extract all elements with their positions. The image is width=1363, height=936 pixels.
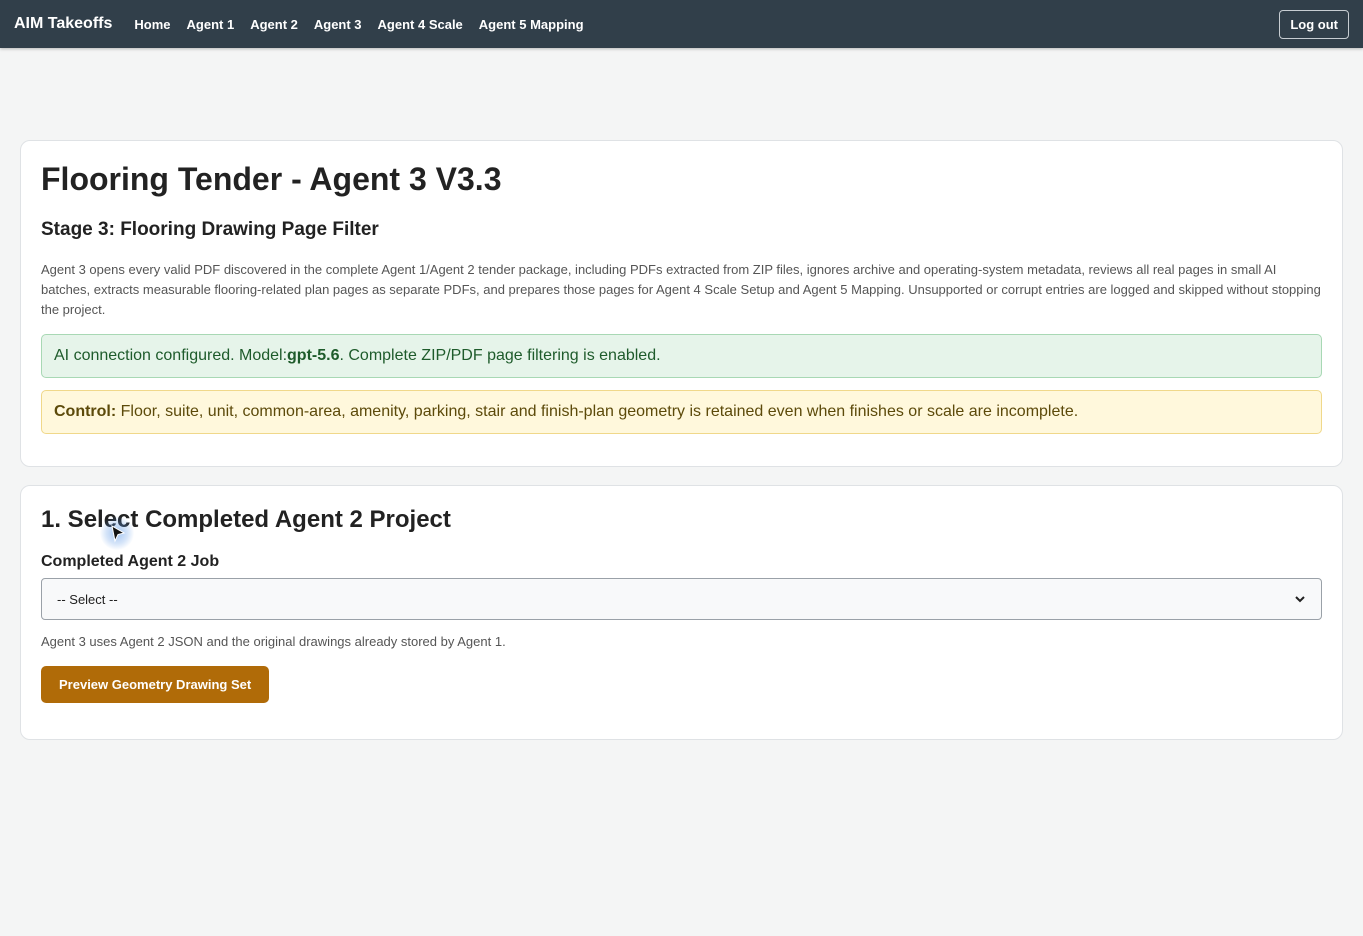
stage-heading: Stage 3: Flooring Drawing Page Filter [41,219,379,240]
select-hint: Agent 3 uses Agent 2 JSON and the origin… [41,634,506,649]
control-label: Control: [54,403,117,420]
job-select-label: Completed Agent 2 Job [41,553,220,570]
preview-geometry-button[interactable]: Preview Geometry Drawing Set [41,666,270,703]
chevron-down-icon [1295,596,1305,603]
brand-logo[interactable]: AIM Takeoffs [14,15,112,33]
section-title: 1. Select Completed Agent 2 Project [41,506,451,533]
agent-description: Agent 3 opens every valid PDF discovered… [41,262,1321,317]
ai-connection-prefix: AI connection configured. Model: [54,347,288,364]
nav-link-agent-4-scale[interactable]: Agent 4 Scale [378,17,463,32]
nav-link-agent-2[interactable]: Agent 2 [250,17,298,32]
model-name: gpt-5.6 [287,347,340,364]
nav-links: Home Agent 1 Agent 2 Agent 3 Agent 4 Sca… [134,17,599,32]
top-navbar: AIM Takeoffs Home Agent 1 Agent 2 Agent … [0,0,1363,48]
nav-link-agent-1[interactable]: Agent 1 [187,17,235,32]
nav-link-home[interactable]: Home [134,17,170,32]
select-project-card: 1. Select Completed Agent 2 Project Comp… [20,485,1343,740]
page-title: Flooring Tender - Agent 3 V3.3 [41,161,502,197]
logout-button[interactable]: Log out [1279,9,1349,39]
ai-connection-alert: AI connection configured. Model: gpt-5.6… [41,334,1322,378]
nav-link-agent-3[interactable]: Agent 3 [314,17,362,32]
agent-2-job-select[interactable]: -- Select -- [41,578,1322,620]
select-value: -- Select -- [57,591,118,607]
nav-link-agent-5-mapping[interactable]: Agent 5 Mapping [479,17,584,32]
ai-connection-suffix: . Complete ZIP/PDF page filtering is ena… [339,347,661,364]
control-alert: Control: Floor, suite, unit, common-area… [41,390,1322,434]
agent-info-card: Flooring Tender - Agent 3 V3.3 Stage 3: … [20,140,1343,467]
control-text: Floor, suite, unit, common-area, amenity… [116,403,1079,420]
